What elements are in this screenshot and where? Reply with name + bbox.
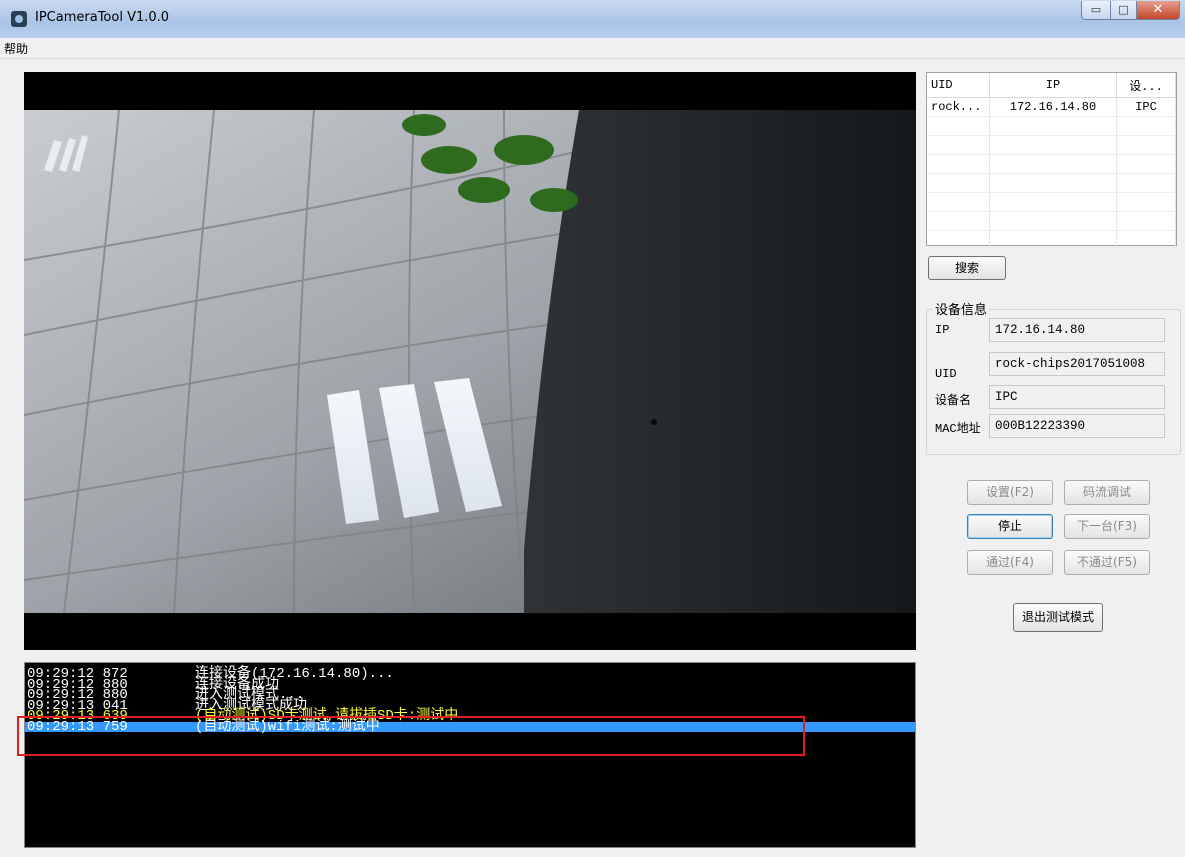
annotation-highlight-box <box>17 716 805 756</box>
mac-label: MAC地址 <box>935 422 981 436</box>
ip-label: IP <box>935 323 950 337</box>
settings-button[interactable]: 设置(F2) <box>967 480 1053 505</box>
column-uid[interactable]: UID <box>927 73 990 98</box>
device-list-header: UID IP 设... <box>927 73 1176 98</box>
exit-test-mode-button[interactable]: 退出测试模式 <box>1013 603 1103 632</box>
log-row: 09:29:12 872 连接设备(172.16.14.80)... <box>27 666 394 682</box>
stop-button[interactable]: 停止 <box>967 514 1053 539</box>
device-list[interactable]: UID IP 设... rock... 172.16.14.80 IPC <box>926 72 1177 250</box>
column-ip[interactable]: IP <box>989 73 1117 98</box>
device-name-label: 设备名 <box>935 394 972 408</box>
device-name-field[interactable]: IPC <box>989 385 1165 409</box>
close-button[interactable]: ✕ <box>1136 1 1180 20</box>
search-button[interactable]: 搜索 <box>928 256 1006 280</box>
app-icon <box>11 11 27 27</box>
device-info-title: 设备信息 <box>933 299 990 318</box>
column-device[interactable]: 设... <box>1116 73 1176 98</box>
video-preview <box>24 72 916 650</box>
camera-image <box>24 110 916 613</box>
pass-button[interactable]: 通过(F4) <box>967 550 1053 575</box>
log-row: 09:29:12 880 连接设备成功 <box>27 676 279 693</box>
table-row-empty <box>927 230 1176 250</box>
table-row-empty <box>927 154 1176 174</box>
maximize-button[interactable]: □ <box>1110 1 1137 20</box>
window-title: IPCameraTool V1.0.0 <box>35 10 170 25</box>
fail-button[interactable]: 不通过(F5) <box>1064 550 1150 575</box>
title-bar: IPCameraTool V1.0.0 ▭ □ ✕ <box>0 0 1185 38</box>
table-row-empty <box>927 116 1176 136</box>
table-row-empty <box>927 173 1176 193</box>
table-row-empty <box>927 135 1176 155</box>
uid-field[interactable]: rock-chips2017051008 <box>989 352 1165 376</box>
minimize-button[interactable]: ▭ <box>1081 1 1111 20</box>
ip-field[interactable]: 172.16.14.80 <box>989 318 1165 342</box>
log-row: 09:29:13 041 进入测试模式成功 <box>27 697 307 714</box>
menu-help[interactable]: 帮助 <box>4 40 28 57</box>
stream-debug-button[interactable]: 码流调试 <box>1064 480 1150 505</box>
table-row[interactable]: rock... 172.16.14.80 IPC <box>927 97 1176 117</box>
cell-device: IPC <box>1116 97 1176 117</box>
cell-ip: 172.16.14.80 <box>989 97 1117 117</box>
menu-bar: 帮助 <box>0 38 1185 59</box>
next-device-button[interactable]: 下一台(F3) <box>1064 514 1150 539</box>
table-row-empty <box>927 192 1176 212</box>
uid-label: UID <box>935 367 957 381</box>
log-row: 09:29:12 880 进入测试模式... <box>27 687 305 703</box>
cell-uid: rock... <box>927 97 990 117</box>
mac-field[interactable]: 000B12223390 <box>989 414 1165 438</box>
table-row-empty <box>927 211 1176 231</box>
